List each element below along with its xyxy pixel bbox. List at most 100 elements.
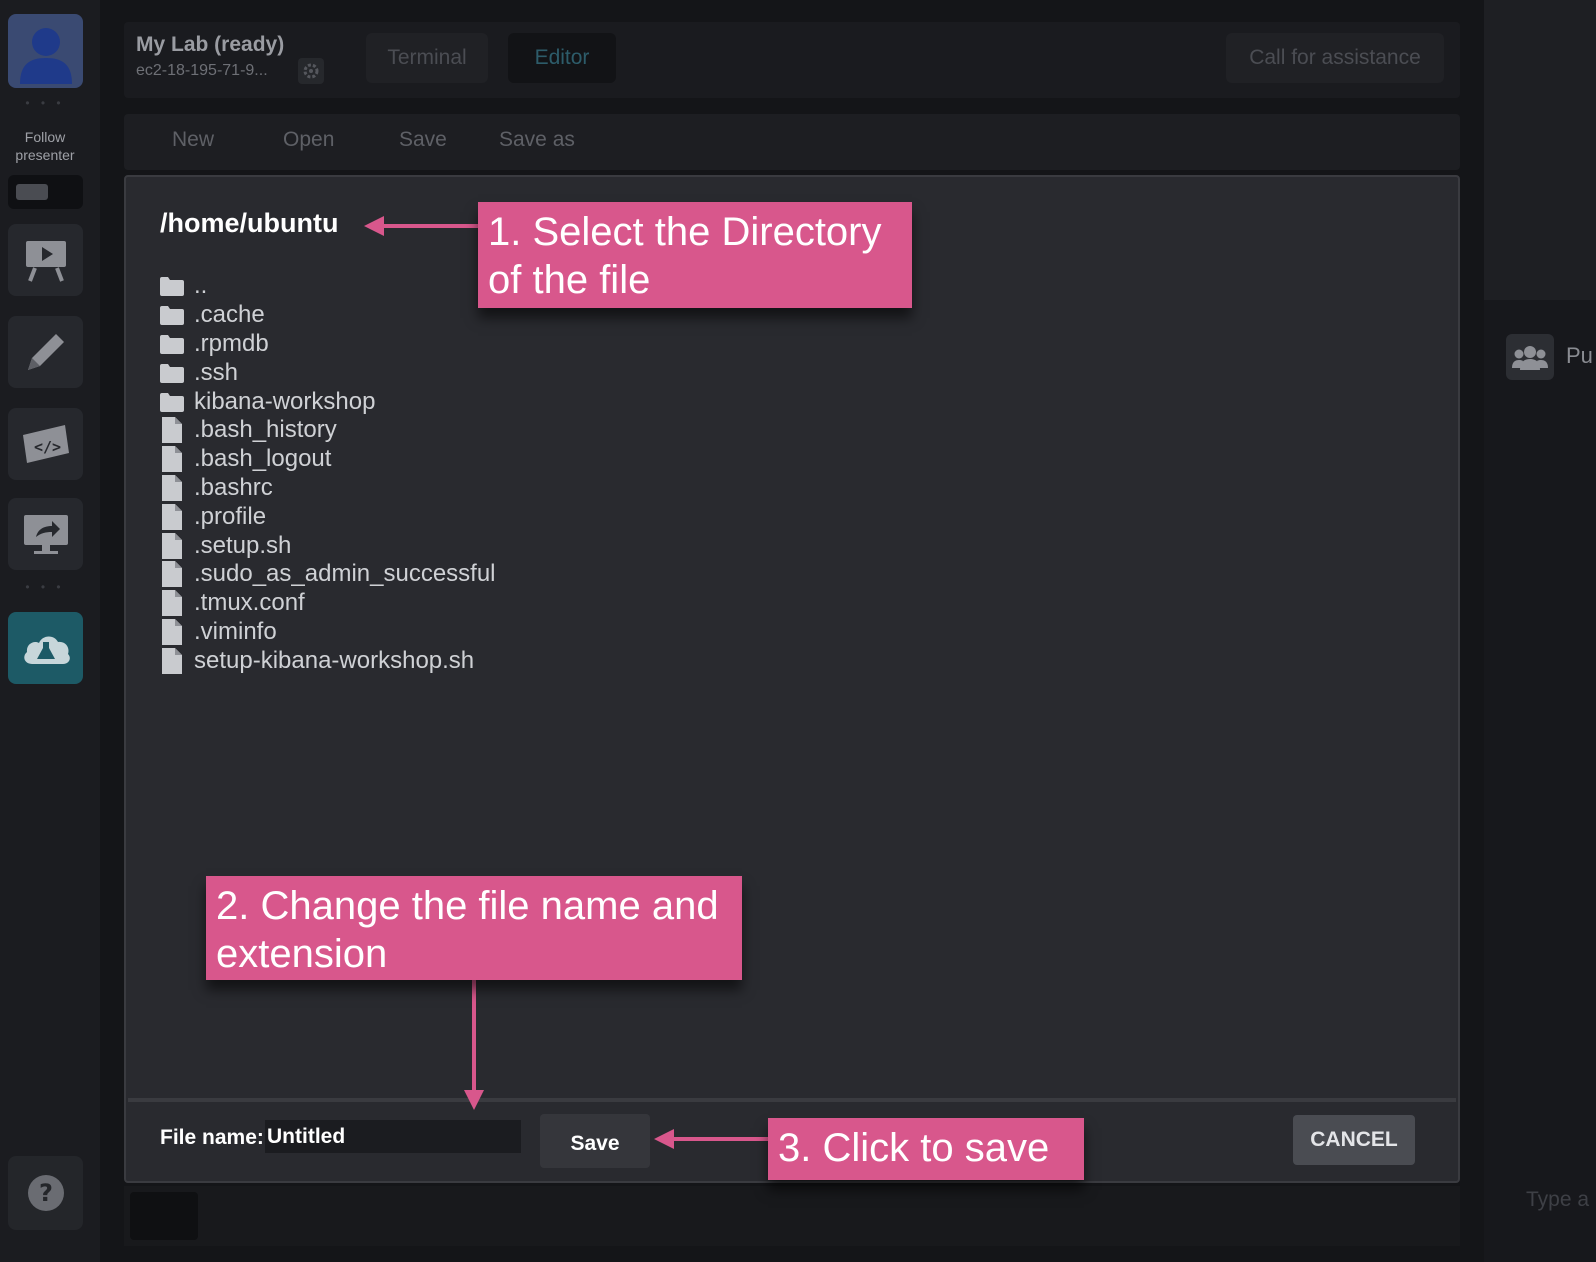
folder-icon-wrap: [160, 303, 184, 327]
file-name-input[interactable]: [265, 1120, 521, 1153]
presentation-icon: [25, 241, 66, 282]
file-name-label: File name:: [160, 1126, 264, 1149]
file-item-label: setup-kibana-workshop.sh: [194, 646, 475, 674]
folder-item[interactable]: .cache: [160, 301, 496, 330]
file-item[interactable]: .viminfo: [160, 618, 496, 647]
right-panel: [1484, 0, 1596, 1262]
save-button[interactable]: Save: [540, 1114, 650, 1168]
folder-icon-wrap: [160, 390, 184, 414]
file-item[interactable]: setup-kibana-workshop.sh: [160, 646, 496, 675]
file-item-label: .bash_history: [194, 416, 337, 444]
people-icon: [1512, 346, 1548, 370]
file-icon-wrap: [160, 647, 184, 674]
folder-icon-wrap: [160, 332, 184, 356]
user-avatar-icon: [19, 28, 72, 84]
annotation-select-directory: 1. Select the Directory of the file: [478, 202, 912, 308]
file-item-label: .cache: [194, 301, 265, 329]
file-icon: [162, 474, 182, 501]
call-for-assistance-button[interactable]: Call for assistance: [1226, 33, 1444, 83]
folder-item[interactable]: ..: [160, 272, 496, 301]
tab-editor[interactable]: Editor: [508, 33, 616, 83]
sidebar-item-screen-share[interactable]: [8, 498, 83, 570]
file-icon: [162, 503, 182, 530]
lab-host: ec2-18-195-71-9...: [136, 62, 268, 79]
file-item[interactable]: .bashrc: [160, 474, 496, 503]
file-icon-wrap: [160, 474, 184, 501]
separator-dots: • • •: [25, 96, 65, 110]
file-icon-wrap: [160, 503, 184, 530]
file-item-label: .sudo_as_admin_successful: [194, 560, 496, 588]
file-item[interactable]: .tmux.conf: [160, 589, 496, 618]
current-directory-path: /home/ubuntu: [160, 208, 339, 238]
sidebar-item-presentation[interactable]: [8, 224, 83, 296]
annotation-change-file-name: 2. Change the file name and extension: [206, 876, 742, 980]
menu-save[interactable]: Save: [399, 128, 447, 152]
follow-presenter-label: Follow presenter: [15, 129, 75, 163]
bottom-thumbnail: [130, 1192, 198, 1240]
folder-icon: [160, 334, 184, 354]
file-item-label: .setup.sh: [194, 531, 292, 559]
file-item-label: .bashrc: [194, 473, 273, 501]
file-icon: [162, 561, 182, 588]
folder-item[interactable]: .ssh: [160, 358, 496, 387]
menu-open[interactable]: Open: [283, 128, 334, 152]
cancel-button[interactable]: CANCEL: [1293, 1115, 1415, 1165]
screen-share-icon: [23, 515, 68, 554]
lab-title: My Lab (ready): [136, 33, 285, 56]
app-root: • • • Follow presenter </> • • • ? My La…: [0, 0, 1596, 1262]
sidebar-item-pencil[interactable]: [8, 316, 83, 388]
folder-item[interactable]: .rpmdb: [160, 330, 496, 359]
file-item-label: kibana-workshop: [194, 387, 376, 415]
file-icon: [162, 532, 182, 559]
file-item[interactable]: .sudo_as_admin_successful: [160, 560, 496, 589]
file-icon-wrap: [160, 532, 184, 559]
folder-icon-wrap: [160, 361, 184, 385]
sidebar-item-cloud-lab[interactable]: [8, 612, 83, 684]
file-item-label: .profile: [194, 502, 267, 530]
file-item[interactable]: .bash_logout: [160, 445, 496, 474]
folder-icon-wrap: [160, 274, 184, 298]
participants-button[interactable]: [1506, 334, 1554, 380]
svg-text:?: ?: [39, 1179, 53, 1207]
help-button[interactable]: ?: [8, 1156, 83, 1230]
pencil-icon: [27, 334, 64, 370]
code-ticket-icon: </>: [22, 425, 69, 463]
right-panel-tab-label[interactable]: Pu: [1566, 343, 1593, 369]
file-item[interactable]: .setup.sh: [160, 531, 496, 560]
folder-item[interactable]: kibana-workshop: [160, 387, 496, 416]
gear-icon: [303, 63, 319, 79]
file-item-label: ..: [194, 272, 208, 300]
file-icon-wrap: [160, 417, 184, 444]
follow-presenter-toggle[interactable]: [8, 175, 83, 209]
file-icon: [162, 446, 182, 473]
file-icon: [162, 618, 182, 645]
settings-button[interactable]: [298, 58, 324, 84]
menu-save-as[interactable]: Save as: [499, 128, 575, 152]
file-item-label: .ssh: [194, 358, 239, 386]
file-icon-wrap: [160, 561, 184, 588]
file-list: .. .cache .rpmdb .ssh kibana-workshop .bash_h…: [160, 272, 496, 675]
folder-icon: [160, 277, 184, 297]
folder-icon: [160, 363, 184, 383]
annotation-click-save: 3. Click to save: [768, 1118, 1084, 1180]
file-icon: [162, 590, 182, 617]
cloud-lab-icon: [23, 636, 70, 664]
file-item-label: .bash_logout: [194, 445, 332, 473]
menu-new[interactable]: New: [172, 128, 214, 152]
help-icon: ?: [27, 1175, 64, 1211]
file-item[interactable]: .bash_history: [160, 416, 496, 445]
file-icon-wrap: [160, 446, 184, 473]
tab-terminal[interactable]: Terminal: [366, 33, 488, 83]
bottom-strip: [124, 1186, 1460, 1246]
toggle-knob: [16, 184, 48, 200]
avatar[interactable]: [8, 14, 83, 88]
sidebar-item-code[interactable]: </>: [8, 408, 83, 480]
svg-text:</>: </>: [34, 438, 61, 456]
right-panel-video-area: [1484, 0, 1596, 300]
chat-input-placeholder[interactable]: Type a: [1526, 1188, 1589, 1212]
dialog-footer-divider: [128, 1098, 1456, 1102]
separator-dots-2: • • •: [25, 580, 65, 594]
file-item[interactable]: .profile: [160, 502, 496, 531]
file-icon-wrap: [160, 590, 184, 617]
file-icon: [162, 647, 182, 674]
